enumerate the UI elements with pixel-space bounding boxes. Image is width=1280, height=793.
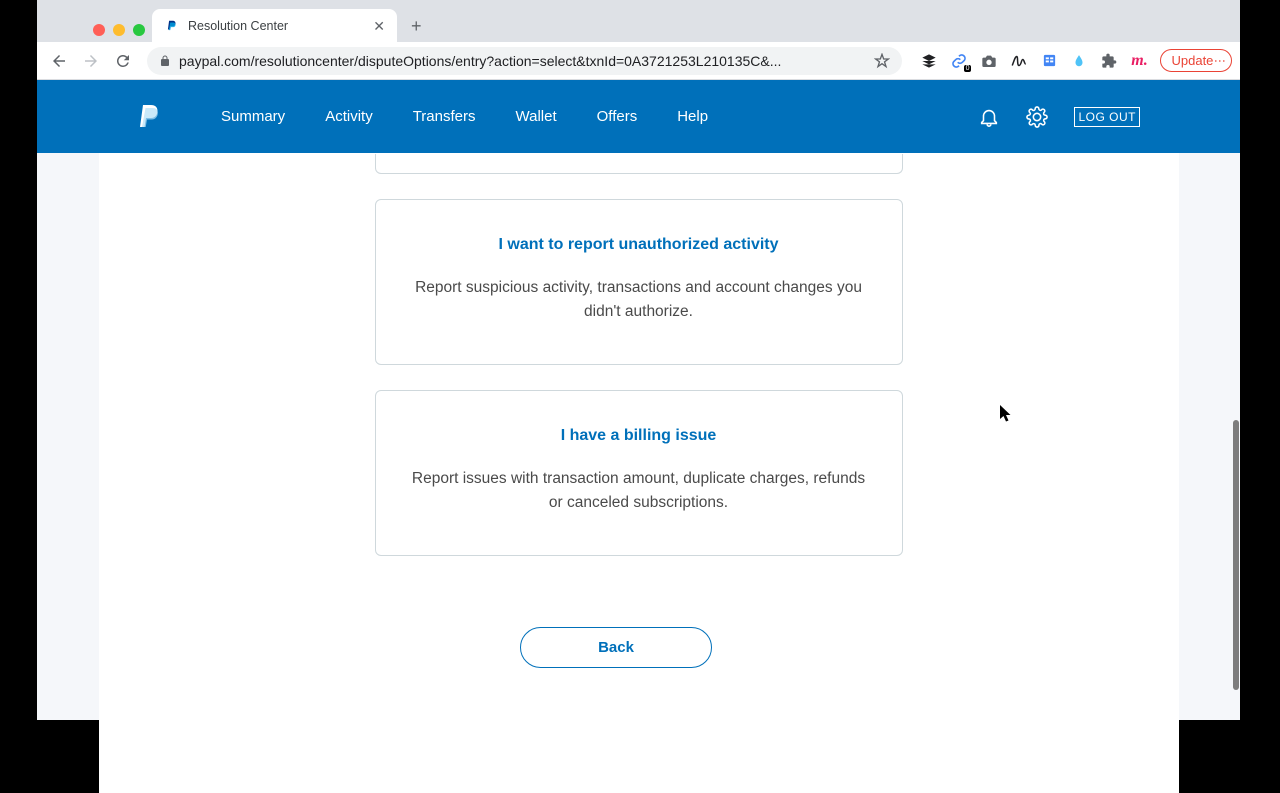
- nav-activity[interactable]: Activity: [325, 108, 373, 125]
- option-title: I have a billing issue: [406, 427, 872, 445]
- extension-m-icon[interactable]: m.: [1130, 52, 1148, 70]
- settings-gear-icon[interactable]: [1026, 106, 1048, 128]
- extension-puzzle-icon[interactable]: [1100, 52, 1118, 70]
- nav-offers[interactable]: Offers: [597, 108, 638, 125]
- option-card-billing[interactable]: I have a billing issue Report issues wit…: [375, 390, 903, 556]
- update-label: Update: [1171, 53, 1213, 68]
- forward-button[interactable]: [77, 47, 105, 75]
- scrollbar[interactable]: [1232, 80, 1240, 720]
- menu-dots-icon: ⋮: [1217, 55, 1221, 67]
- nav-wallet[interactable]: Wallet: [516, 108, 557, 125]
- letterbox-right: [1240, 0, 1280, 720]
- logout-button[interactable]: LOG OUT: [1074, 107, 1140, 127]
- nav-summary[interactable]: Summary: [221, 108, 285, 125]
- window-controls: [93, 24, 145, 36]
- scrollbar-thumb[interactable]: [1233, 420, 1239, 690]
- extension-signature-icon[interactable]: [1010, 52, 1028, 70]
- paypal-logo-icon[interactable]: [137, 103, 161, 131]
- address-bar[interactable]: paypal.com/resolutioncenter/disputeOptio…: [147, 47, 902, 75]
- tab-strip: Resolution Center ✕ +: [152, 7, 1240, 43]
- browser-tab[interactable]: Resolution Center ✕: [152, 9, 397, 43]
- notifications-bell-icon[interactable]: [978, 106, 1000, 128]
- extension-icons: 0 m.: [912, 52, 1156, 70]
- bookmark-star-icon[interactable]: [874, 53, 890, 69]
- back-button[interactable]: Back: [520, 627, 712, 668]
- extension-flame-icon[interactable]: [1070, 52, 1088, 70]
- lock-icon: [159, 55, 171, 67]
- content-panel: I want to report unauthorized activity R…: [99, 153, 1179, 793]
- url-text: paypal.com/resolutioncenter/disputeOptio…: [179, 53, 866, 69]
- option-card-partial[interactable]: [375, 154, 903, 174]
- option-desc: Report suspicious activity, transactions…: [406, 276, 872, 324]
- tab-title: Resolution Center: [188, 19, 365, 33]
- nav-transfers[interactable]: Transfers: [413, 108, 476, 125]
- new-tab-button[interactable]: +: [411, 16, 422, 37]
- option-card-unauthorized[interactable]: I want to report unauthorized activity R…: [375, 199, 903, 365]
- extension-link-icon[interactable]: 0: [950, 52, 968, 70]
- back-button[interactable]: [45, 47, 73, 75]
- browser-toolbar: paypal.com/resolutioncenter/disputeOptio…: [37, 42, 1240, 80]
- extension-camera-icon[interactable]: [980, 52, 998, 70]
- site-header: Summary Activity Transfers Wallet Offers…: [37, 80, 1240, 153]
- option-desc: Report issues with transaction amount, d…: [406, 467, 872, 515]
- tab-close-icon[interactable]: ✕: [373, 18, 385, 35]
- extension-sheets-icon[interactable]: [1040, 52, 1058, 70]
- paypal-favicon-icon: [164, 18, 180, 34]
- option-title: I want to report unauthorized activity: [406, 236, 872, 254]
- window-minimize-button[interactable]: [113, 24, 125, 36]
- extension-buffer-icon[interactable]: [920, 52, 938, 70]
- window-close-button[interactable]: [93, 24, 105, 36]
- reload-button[interactable]: [109, 47, 137, 75]
- nav-help[interactable]: Help: [677, 108, 708, 125]
- primary-nav: Summary Activity Transfers Wallet Offers…: [221, 108, 708, 125]
- browser-update-button[interactable]: Update ⋮: [1160, 49, 1232, 72]
- page-content: Summary Activity Transfers Wallet Offers…: [37, 80, 1240, 720]
- window-maximize-button[interactable]: [133, 24, 145, 36]
